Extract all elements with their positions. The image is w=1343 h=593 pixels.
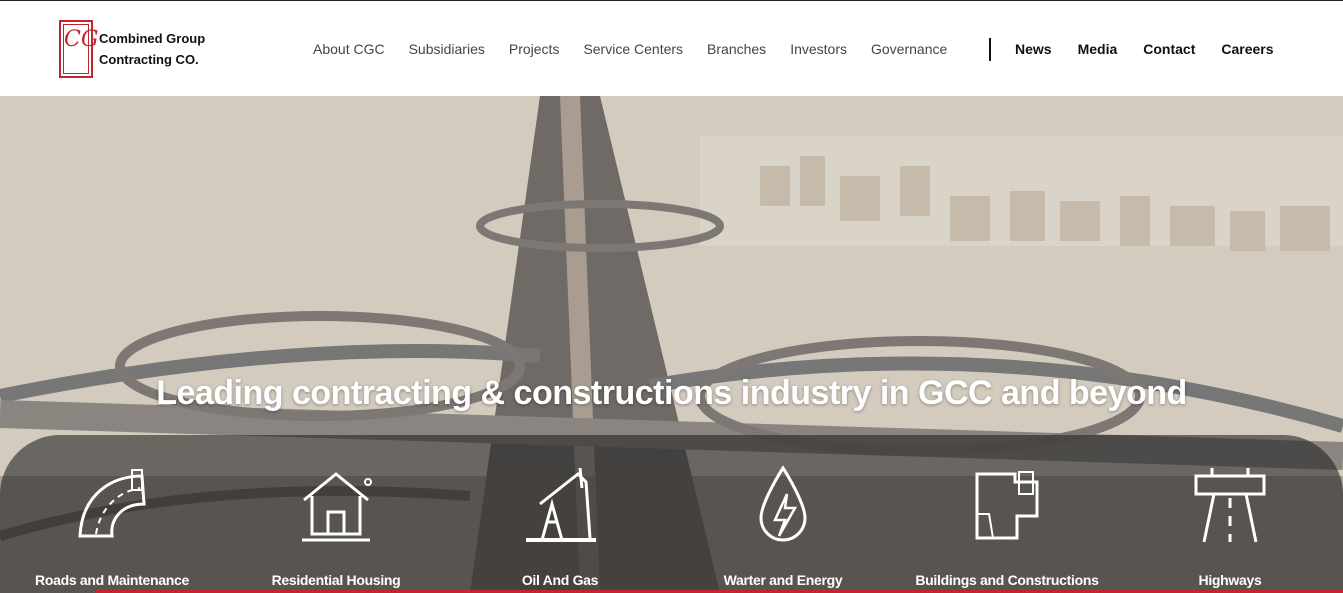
nav-news[interactable]: News (1015, 41, 1052, 57)
house-icon (302, 472, 372, 542)
secondary-nav: News Media Contact Careers (1015, 41, 1300, 57)
service-label: Highways (1198, 572, 1262, 588)
service-water-energy[interactable]: Warter and Energy (683, 464, 883, 588)
service-highways[interactable]: Highways (1130, 464, 1330, 588)
service-label: Buildings and Constructions (915, 572, 1099, 588)
company-logo[interactable]: CG Combined Group Contracting CO. (59, 20, 205, 78)
logo-line-2: Contracting CO. (99, 52, 199, 67)
nav-investors[interactable]: Investors (790, 41, 847, 57)
hero-headline: Leading contracting & constructions indu… (156, 374, 1187, 412)
highway-icon (1194, 468, 1266, 543)
nav-contact[interactable]: Contact (1143, 41, 1195, 57)
nav-about[interactable]: About CGC (313, 41, 385, 57)
logo-line-1: Combined Group (99, 31, 206, 46)
nav-media[interactable]: Media (1078, 41, 1118, 57)
nav-divider (989, 38, 991, 61)
nav-projects[interactable]: Projects (509, 41, 560, 57)
service-label: Roads and Maintenance (35, 572, 189, 588)
service-roads[interactable]: Roads and Maintenance (12, 464, 212, 588)
water-energy-icon (759, 465, 807, 542)
service-label: Oil And Gas (521, 572, 599, 588)
nav-branches[interactable]: Branches (707, 41, 766, 57)
service-oil-gas[interactable]: Oil And Gas (460, 464, 660, 588)
nav-governance[interactable]: Governance (871, 41, 947, 57)
hero-section: Leading contracting & constructions indu… (0, 96, 1343, 593)
service-buildings[interactable]: Buildings and Constructions (907, 464, 1107, 588)
nav-subsidiaries[interactable]: Subsidiaries (409, 41, 485, 57)
service-label: Warter and Energy (723, 572, 843, 588)
nav-careers[interactable]: Careers (1221, 41, 1273, 57)
oil-pump-icon (526, 467, 596, 542)
logo-text: Combined Group Contracting CO. (99, 28, 205, 70)
service-residential[interactable]: Residential Housing (236, 464, 436, 588)
blueprint-icon (975, 471, 1039, 540)
logo-mark: CG (59, 20, 98, 78)
service-label: Residential Housing (271, 572, 401, 588)
road-icon (78, 469, 146, 538)
site-header: CG Combined Group Contracting CO. About … (0, 1, 1343, 96)
nav-service-centers[interactable]: Service Centers (583, 41, 683, 57)
primary-nav: About CGC Subsidiaries Projects Service … (313, 41, 971, 57)
